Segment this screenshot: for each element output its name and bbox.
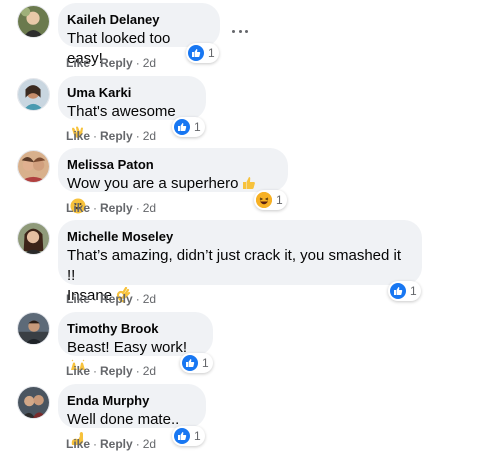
reply-button[interactable]: Reply: [100, 437, 133, 451]
comment-timestamp[interactable]: 2d: [143, 201, 156, 215]
comment-actions: Like · Reply · 2d: [66, 56, 157, 70]
comment-timestamp[interactable]: 2d: [143, 437, 156, 451]
like-button[interactable]: Like: [66, 437, 90, 451]
like-button[interactable]: Like: [66, 201, 90, 215]
comment-timestamp[interactable]: 2d: [143, 292, 156, 306]
reply-button[interactable]: Reply: [100, 129, 133, 143]
reaction-count: 1: [194, 120, 201, 134]
reply-button[interactable]: Reply: [100, 201, 133, 215]
comment-author[interactable]: Uma Karki: [67, 84, 194, 101]
reaction-summary[interactable]: 1: [180, 353, 213, 373]
comment-actions: Like · Reply · 2d: [66, 129, 157, 143]
avatar[interactable]: [17, 5, 50, 38]
comment-bubble: Melissa Paton Wow you are a superhero: [58, 148, 288, 214]
avatar[interactable]: [17, 150, 50, 183]
reaction-summary[interactable]: 1: [172, 117, 205, 137]
reaction-count: 1: [276, 193, 283, 207]
like-button[interactable]: Like: [66, 364, 90, 378]
thumbs-up-icon: [390, 283, 406, 299]
comment-bubble: Michelle Moseley That’s amazing, didn’t …: [58, 220, 422, 304]
reaction-count: 1: [410, 284, 417, 298]
comment-bubble: Uma Karki That's awesome: [58, 76, 206, 138]
avatar[interactable]: [17, 222, 50, 255]
reaction-summary[interactable]: 1: [172, 426, 205, 446]
comment-bubble: Timothy Brook Beast! Easy work!: [58, 312, 213, 370]
comment-bubble: Kaileh Delaney That looked too easy!: [58, 3, 220, 67]
comment-author[interactable]: Kaileh Delaney: [67, 11, 208, 28]
comment-timestamp[interactable]: 2d: [143, 56, 156, 70]
thumbs-up-icon: [182, 355, 198, 371]
reply-button[interactable]: Reply: [100, 56, 133, 70]
comment-bubble: Enda Murphy Well done mate..: [58, 384, 206, 445]
comment-actions: Like · Reply · 2d: [66, 201, 157, 215]
reaction-summary[interactable]: 1: [254, 190, 287, 210]
reaction-summary[interactable]: 1: [186, 43, 219, 63]
thumbs-up-icon: [188, 45, 204, 61]
comment-timestamp[interactable]: 2d: [143, 364, 156, 378]
more-options-icon[interactable]: [230, 25, 250, 37]
comment-actions: Like · Reply · 2d: [66, 437, 157, 451]
comment-author[interactable]: Michelle Moseley: [67, 228, 410, 245]
reaction-count: 1: [208, 46, 215, 60]
thumbs-up-icon: [174, 119, 190, 135]
comment-text: That’s amazing, didn’t just crack it, yo…: [67, 247, 402, 284]
reaction-count: 1: [202, 356, 209, 370]
laughing-face-icon: [256, 192, 272, 208]
like-button[interactable]: Like: [66, 292, 90, 306]
comment-author[interactable]: Melissa Paton: [67, 156, 276, 173]
comment-timestamp[interactable]: 2d: [143, 129, 156, 143]
avatar[interactable]: [17, 386, 50, 419]
reaction-summary[interactable]: 1: [388, 281, 421, 301]
like-button[interactable]: Like: [66, 56, 90, 70]
like-button[interactable]: Like: [66, 129, 90, 143]
comment-actions: Like · Reply · 2d: [66, 364, 157, 378]
reply-button[interactable]: Reply: [100, 364, 133, 378]
reply-button[interactable]: Reply: [100, 292, 133, 306]
avatar[interactable]: [17, 312, 50, 345]
avatar[interactable]: [17, 78, 50, 111]
comment-actions: Like · Reply · 2d: [66, 292, 157, 306]
comment-author[interactable]: Timothy Brook: [67, 320, 201, 337]
thumbs-up-icon: [174, 428, 190, 444]
comment-author[interactable]: Enda Murphy: [67, 392, 194, 409]
reaction-count: 1: [194, 429, 201, 443]
